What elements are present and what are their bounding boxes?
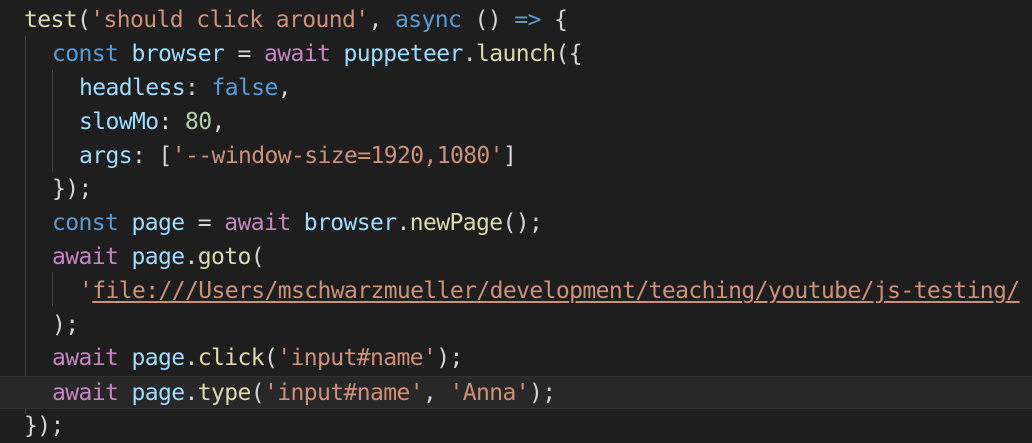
code-token: file:///Users/mschwarzmueller/developmen… [92,278,1020,304]
code-token: 'Anna' [449,380,529,406]
code-token: ] [502,143,517,169]
code-line-text: test('should click around', async () => … [24,4,568,37]
code-line-text: const page = await browser.newPage(); [52,207,543,240]
code-token: page [131,244,186,270]
code-line[interactable]: ); [0,309,1032,342]
code-token: . [184,244,199,270]
code-token: puppeteer [343,41,463,67]
code-line[interactable]: await page.click('input#name'); [0,342,1032,375]
code-token: await [224,210,291,236]
code-token: . [462,41,477,67]
code-token: page [131,345,186,371]
code-token: await [52,380,119,406]
code-token: 'input#name' [264,380,424,406]
code-token: ' [79,278,93,304]
code-token: const [52,41,119,67]
code-token: ( [77,7,91,33]
code-token: , [368,7,395,33]
code-line-text: slowMo: 80, [79,106,225,139]
code-token: ( [250,244,265,270]
code-token: , [422,380,450,406]
code-token: : [184,75,212,101]
code-token: await [52,244,119,270]
code-token: = [184,210,225,236]
code-token: async [394,7,462,33]
code-token: 80 [184,109,212,135]
code-token: { [540,7,568,33]
code-token: }); [52,176,92,202]
code-token: ( [264,345,278,371]
code-token: , [211,109,225,135]
code-token: browser [131,41,225,67]
code-line[interactable]: await page.goto( [0,241,1032,274]
code-token: false [211,75,278,101]
code-token: , [277,75,292,101]
code-line-text: headless: false, [79,72,292,105]
code-token: goto [197,244,252,270]
code-line-text: await page.goto( [52,241,265,274]
code-line[interactable]: slowMo: 80, [0,106,1032,139]
code-token: ); [436,345,463,371]
code-token: page [131,210,186,236]
code-token: args [79,143,133,169]
code-token: ); [52,312,79,338]
code-token: . [184,345,199,371]
code-token: newPage [409,210,503,236]
code-line[interactable]: 'file:///Users/mschwarzmueller/developme… [0,275,1032,308]
code-line[interactable]: headless: false, [0,72,1032,105]
code-token: }); [24,413,64,439]
code-line-text: }); [24,410,64,443]
code-token: type [197,380,252,406]
code-token: page [131,380,186,406]
code-token: . [396,210,410,236]
code-token: : [ [132,143,172,169]
code-line-text: await page.type('input#name', 'Anna'); [52,377,556,410]
code-line[interactable]: }); [0,410,1032,443]
code-line[interactable]: await page.type('input#name', 'Anna'); [0,376,1032,409]
code-line-text: }); [52,173,92,206]
code-line[interactable]: test('should click around', async () => … [0,4,1032,37]
code-editor[interactable]: test('should click around', async () => … [0,0,1032,439]
code-line[interactable]: const browser = await puppeteer.launch({ [0,38,1032,71]
code-token: click [197,345,265,371]
code-token: const [52,210,119,236]
code-token: = [224,41,264,67]
code-line[interactable]: const page = await browser.newPage(); [0,207,1032,240]
code-token: ); [528,380,556,406]
code-token: '--window-size=1920,1080' [171,143,504,169]
code-token: ({ [555,41,582,67]
code-line-text: const browser = await puppeteer.launch({ [52,38,583,71]
code-token: browser [303,210,397,236]
code-token: () [461,7,515,33]
code-token: await [263,41,331,67]
code-token: : [158,109,185,135]
code-token: launch [475,41,556,67]
code-line-text: 'file:///Users/mschwarzmueller/developme… [79,275,1020,308]
code-token: => [514,7,541,33]
code-token: 'input#name' [277,345,437,371]
code-token: await [52,345,119,371]
code-line-text: await page.click('input#name'); [52,342,463,375]
code-line-text: args: ['--window-size=1920,1080'] [79,140,517,173]
code-line-text: ); [52,309,79,342]
code-token: . [184,380,199,406]
code-line[interactable]: args: ['--window-size=1920,1080'] [0,140,1032,173]
code-token: 'should click around' [90,7,369,33]
code-token: (); [502,210,543,236]
code-token: ( [250,380,265,406]
code-line[interactable]: }); [0,173,1032,206]
code-token: slowMo [79,109,159,135]
code-token: headless [79,75,186,101]
code-token: test [24,7,78,33]
